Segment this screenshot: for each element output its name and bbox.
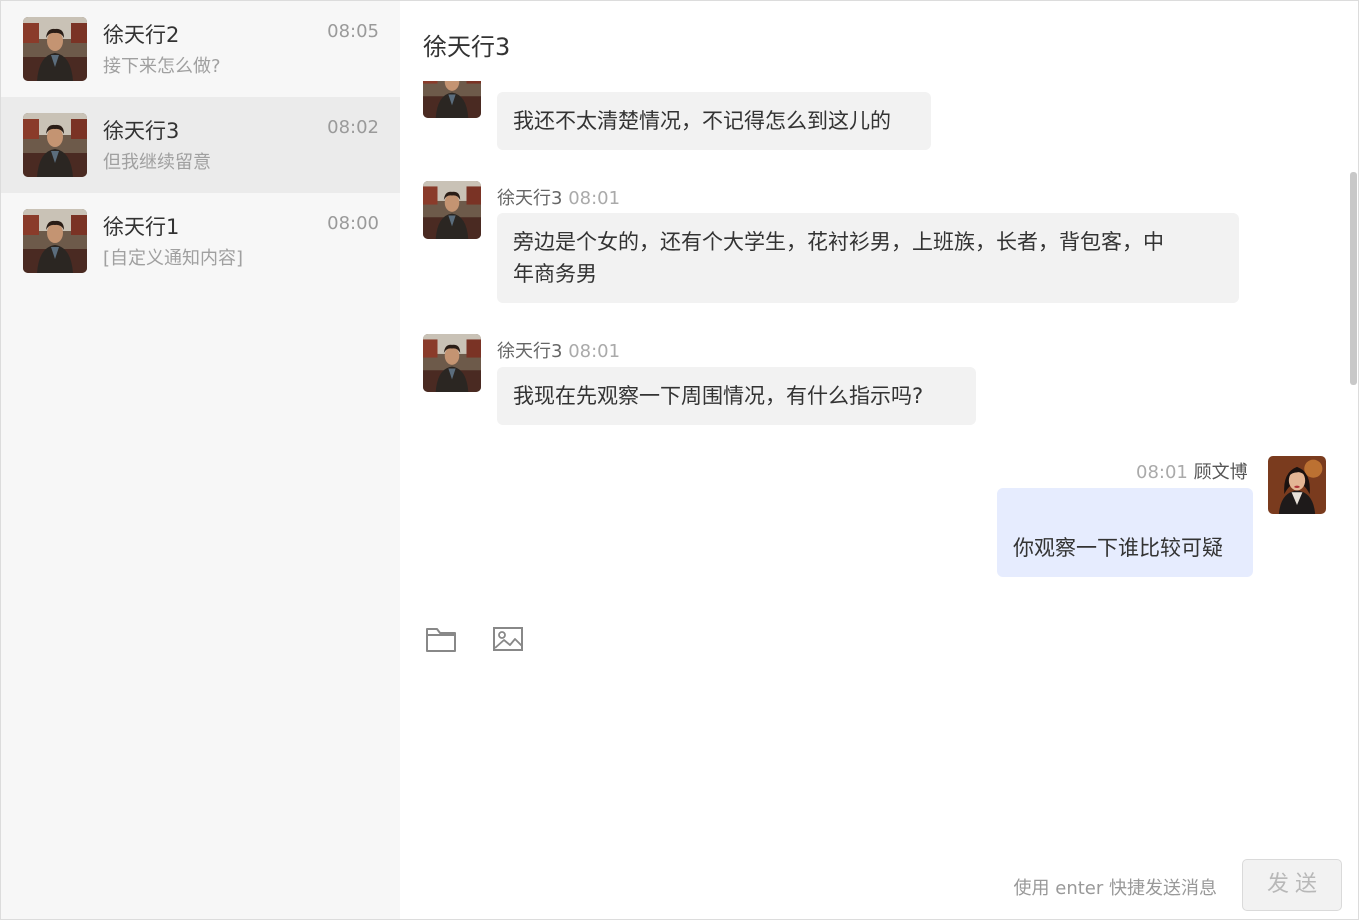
conversation-preview: [自定义通知内容] [103, 248, 244, 269]
message-list[interactable]: 我还不太清楚情况，不记得怎么到这儿的 徐天行3 08:01 旁边是个女的，还有个… [400, 81, 1358, 581]
chat-app: 徐天行2 08:05 接下来怎么做? 徐天行3 08:02 但我继续留意 徐天行… [0, 0, 1359, 920]
chat-panel: 徐天行3 我还不太清楚情况，不记得怎么到这儿的 徐天行3 08:01 旁边是个女… [400, 1, 1358, 919]
message-time: 08:01 [568, 341, 621, 362]
message-bubble: 旁边是个女的，还有个大学生，花衬衫男，上班族，长者，背包客，中 年商务男 [497, 213, 1239, 303]
conversation-preview: 但我继续留意 [103, 152, 211, 173]
message-meta: 徐天行3 08:01 [497, 184, 620, 210]
conversation-list: 徐天行2 08:05 接下来怎么做? 徐天行3 08:02 但我继续留意 徐天行… [1, 1, 400, 919]
avatar [1268, 456, 1326, 514]
avatar [423, 334, 481, 392]
message-time: 08:01 [1136, 462, 1188, 483]
message-bubble: 我现在先观察一下周围情况，有什么指示吗? [497, 367, 976, 425]
conversation-name: 徐天行2 [103, 23, 180, 47]
message-meta: 08:01 顾文博 [1136, 458, 1248, 484]
scrollbar[interactable] [1350, 172, 1357, 385]
chat-title: 徐天行3 [423, 33, 511, 61]
avatar [23, 113, 87, 177]
conversation-time: 08:02 [327, 117, 379, 138]
conversation-item[interactable]: 徐天行2 08:05 接下来怎么做? [1, 1, 400, 97]
conversation-item[interactable]: 徐天行1 08:00 [自定义通知内容] [1, 193, 400, 289]
conversation-name: 徐天行3 [103, 119, 180, 143]
message-bubble: 我还不太清楚情况，不记得怎么到这儿的 [497, 92, 931, 150]
message-line: 旁边是个女的，还有个大学生，花衬衫男，上班族，长者，背包客，中 [513, 230, 1164, 254]
avatar [423, 81, 481, 118]
conversation-name: 徐天行1 [103, 215, 180, 239]
message-sender: 徐天行3 [497, 188, 563, 209]
message-sender: 顾文博 [1193, 462, 1248, 483]
conversation-time: 08:05 [327, 21, 379, 42]
avatar [23, 209, 87, 273]
message-sender: 徐天行3 [497, 341, 563, 362]
message-time: 08:01 [568, 188, 621, 209]
conversation-time: 08:00 [327, 213, 379, 234]
message-line: 年商务男 [513, 262, 597, 286]
send-hint: 使用 enter 快捷发送消息 [1013, 878, 1217, 899]
avatar [423, 181, 481, 239]
conversation-preview: 接下来怎么做? [103, 56, 221, 77]
message-bubble: 你观察一下谁比较可疑 [997, 488, 1253, 577]
avatar [23, 17, 87, 81]
image-icon[interactable] [492, 625, 524, 653]
message-meta: 徐天行3 08:01 [497, 337, 620, 363]
folder-icon[interactable] [425, 625, 457, 653]
conversation-item[interactable]: 徐天行3 08:02 但我继续留意 [1, 97, 400, 193]
send-button[interactable]: 发送 [1242, 859, 1342, 911]
